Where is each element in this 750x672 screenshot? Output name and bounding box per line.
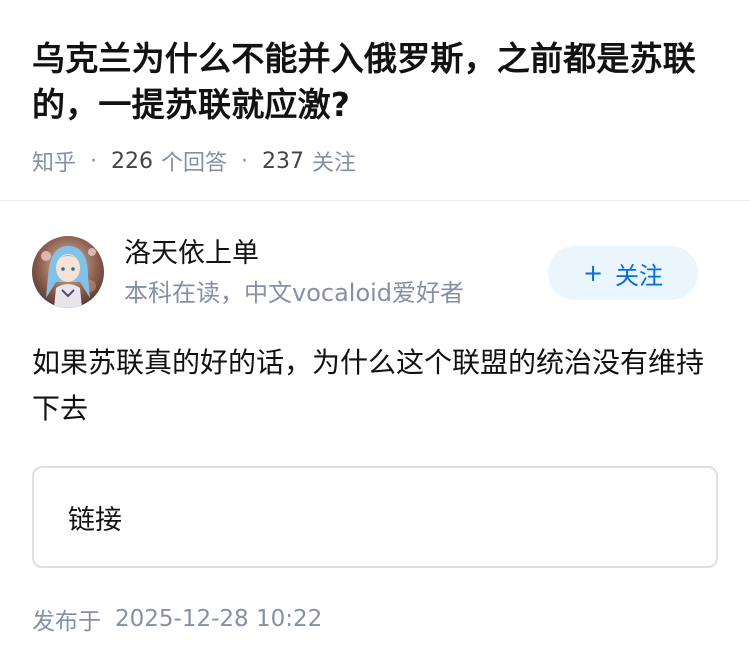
- publish-info: 发布于 2025-12-28 10:22: [32, 602, 322, 636]
- meta-separator: ·: [90, 148, 98, 174]
- author-avatar[interactable]: [32, 236, 104, 308]
- author-bio: 本科在读，中文vocaloid爱好者: [124, 279, 465, 307]
- follower-count[interactable]: 237: [262, 149, 304, 174]
- answer-count[interactable]: 226: [111, 149, 153, 174]
- link-card[interactable]: 链接: [32, 466, 718, 568]
- header-divider: [0, 200, 750, 201]
- publish-datetime: 2025-12-28 10:22: [115, 606, 323, 632]
- plus-icon: +: [582, 259, 604, 287]
- author-name[interactable]: 洛天依上单: [124, 236, 259, 272]
- source-label[interactable]: 知乎: [32, 145, 76, 177]
- anime-avatar-icon: [32, 236, 104, 308]
- follow-button-label: 关注: [615, 261, 664, 290]
- follow-button[interactable]: + 关注: [548, 246, 698, 300]
- question-meta: 知乎 · 226 个回答 · 237 关注: [32, 144, 356, 178]
- question-title[interactable]: 乌克兰为什么不能并入俄罗斯，之前都是苏联的，一提苏联就应激?: [32, 36, 722, 128]
- publish-label: 发布于: [32, 609, 101, 635]
- answer-content: 如果苏联真的好的话，为什么这个联盟的统治没有维持下去: [32, 346, 705, 425]
- answer-count-label[interactable]: 个回答: [161, 145, 227, 177]
- follower-count-label[interactable]: 关注: [312, 145, 356, 177]
- meta-separator: ·: [241, 148, 249, 174]
- link-card-label: 链接: [68, 504, 122, 536]
